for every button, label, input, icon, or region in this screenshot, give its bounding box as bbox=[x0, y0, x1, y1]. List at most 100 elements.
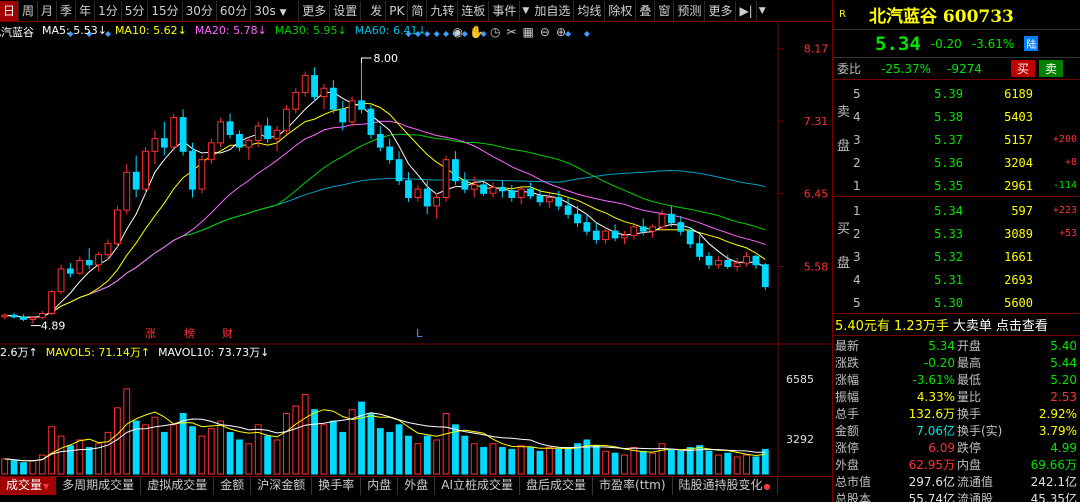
bid-level-row[interactable]: 3 5.32 1661 bbox=[833, 245, 1080, 268]
candle-body bbox=[470, 184, 478, 190]
tab-volume[interactable]: 成交量▼ bbox=[0, 477, 57, 495]
period-15min-tab[interactable]: 15分 bbox=[148, 0, 183, 21]
tab-virtual-volume[interactable]: 虚拟成交量 bbox=[141, 477, 215, 495]
settings-button[interactable]: 设置 bbox=[330, 0, 362, 21]
candle-body bbox=[254, 125, 262, 141]
volume-bar bbox=[508, 448, 516, 475]
tab-multi-period-volume[interactable]: 多周期成交量 bbox=[56, 477, 142, 495]
ask-volume: 5157 bbox=[1004, 132, 1033, 147]
volume-bar bbox=[630, 447, 638, 475]
ma-button[interactable]: 均线 bbox=[574, 0, 606, 21]
hand-icon[interactable]: ✋ bbox=[469, 25, 484, 39]
overlay-button[interactable]: 叠 bbox=[636, 0, 656, 21]
candle-body bbox=[498, 186, 506, 192]
volume-bar bbox=[667, 448, 675, 475]
tab-amount[interactable]: 金额 bbox=[214, 477, 252, 495]
stat-value: 7.06亿 bbox=[916, 424, 955, 438]
sell-button[interactable]: 卖 bbox=[1039, 60, 1064, 77]
publish-button[interactable]: 发 bbox=[367, 0, 387, 21]
period-1min-tab[interactable]: 1分 bbox=[95, 0, 122, 21]
ex-rights-button[interactable]: 除权 bbox=[605, 0, 637, 21]
pk-button[interactable]: PK bbox=[386, 0, 409, 21]
forecast-button[interactable]: 预测 bbox=[674, 0, 706, 21]
nine-turn-button[interactable]: 九转 bbox=[427, 0, 459, 21]
kline-chart-area[interactable]: 8.177.316.455.5865853292X10008.004.89涨榜财… bbox=[0, 22, 832, 502]
grid-icon[interactable]: ▦ bbox=[523, 25, 534, 39]
ask-delta: -114 bbox=[1052, 180, 1077, 191]
volume-bar bbox=[705, 450, 713, 475]
period-30min-tab[interactable]: 30分 bbox=[183, 0, 217, 21]
more-button[interactable]: 更多 bbox=[705, 0, 737, 21]
ask-level-row[interactable]: 4 5.38 5403 bbox=[833, 105, 1080, 128]
period-week-tab[interactable]: 周 bbox=[19, 0, 39, 21]
stat-value: 242.1亿 bbox=[1030, 475, 1077, 489]
bid-volume: 2693 bbox=[1004, 272, 1033, 287]
tab-inner[interactable]: 内盘 bbox=[361, 477, 399, 495]
bid-level-row[interactable]: 4 5.31 2693 bbox=[833, 268, 1080, 291]
ask-level-row[interactable]: 3 5.37 5157 +200 bbox=[833, 128, 1080, 151]
tab-ai-volume[interactable]: AI立桩成交量 bbox=[435, 477, 521, 495]
candle-body bbox=[358, 100, 365, 110]
candle-body bbox=[132, 171, 140, 190]
chevron-down-icon[interactable]: ▼ bbox=[520, 6, 531, 16]
volume-bar bbox=[198, 435, 206, 475]
candle-body bbox=[329, 87, 337, 110]
bid-book: 买盘 1 5.34 597 +223 2 5.33 3089 +53 3 5.32 1661 4 5.3… bbox=[833, 197, 1080, 314]
tab-outer[interactable]: 外盘 bbox=[398, 477, 436, 495]
period-select[interactable]: 30s ▼ bbox=[251, 0, 300, 21]
ask-level-row[interactable]: 2 5.36 3204 +8 bbox=[833, 151, 1080, 174]
period-5min-tab[interactable]: 5分 bbox=[122, 0, 149, 21]
clock-icon[interactable]: ◷ bbox=[490, 25, 500, 39]
volume-bar bbox=[85, 447, 93, 475]
tab-hs-amount[interactable]: 沪深金额 bbox=[251, 477, 313, 495]
candle-body bbox=[667, 213, 675, 224]
price-change-pct: -3.61% bbox=[971, 36, 1015, 51]
bid-level-row[interactable]: 1 5.34 597 +223 bbox=[833, 199, 1080, 222]
ask-level-row[interactable]: 1 5.35 2961 -114 bbox=[833, 174, 1080, 197]
stat-value: -3.61% bbox=[912, 373, 955, 387]
scissors-icon[interactable]: ✂ bbox=[506, 25, 516, 39]
eye-icon[interactable]: ◉ bbox=[453, 25, 463, 39]
candle-body bbox=[686, 230, 694, 245]
period-month-tab[interactable]: 月 bbox=[38, 0, 58, 21]
events-button[interactable]: 事件 bbox=[489, 0, 521, 21]
limit-up-button[interactable]: 连板 bbox=[458, 0, 490, 21]
plus-icon[interactable]: ⊕ bbox=[556, 25, 566, 39]
volume-bar bbox=[282, 412, 290, 475]
nav-end-button[interactable]: ▶| bbox=[736, 0, 757, 21]
candle-body bbox=[639, 226, 647, 232]
period-60min-tab[interactable]: 60分 bbox=[217, 0, 252, 21]
window-button[interactable]: 窗 bbox=[655, 0, 675, 21]
check-link[interactable]: 点击查看 bbox=[996, 315, 1048, 334]
ask-price: 5.37 bbox=[934, 132, 963, 147]
buy-button[interactable]: 买 bbox=[1011, 60, 1036, 77]
more-periods-button[interactable]: 更多 bbox=[299, 0, 331, 21]
stat-label: 振幅 bbox=[835, 390, 860, 404]
candle-body bbox=[649, 226, 657, 232]
big-order-row: 5.40元有 1.23万手 大卖单 点击查看 bbox=[833, 314, 1080, 336]
volume-bar bbox=[311, 409, 318, 475]
candle-body bbox=[311, 75, 318, 98]
bid-level-row[interactable]: 5 5.30 5600 bbox=[833, 291, 1080, 314]
minus-icon[interactable]: ⊖ bbox=[540, 25, 550, 39]
volume-bar bbox=[329, 420, 337, 475]
tab-turnover[interactable]: 换手率 bbox=[312, 477, 362, 495]
period-day-tab[interactable]: 日 bbox=[0, 0, 20, 21]
period-quarter-tab[interactable]: 季 bbox=[57, 0, 77, 21]
ask-level-row[interactable]: 5 5.39 6189 bbox=[833, 82, 1080, 105]
candle-body bbox=[38, 313, 46, 319]
tab-pe-ttm[interactable]: 市盈率(ttm) bbox=[593, 477, 673, 495]
candle-body bbox=[29, 317, 37, 320]
period-year-tab[interactable]: 年 bbox=[76, 0, 96, 21]
candle-body bbox=[273, 129, 281, 140]
volume-bar bbox=[1, 458, 9, 475]
add-watchlist-button[interactable]: 加自选 bbox=[531, 0, 575, 21]
order-ratio-value: -9274 bbox=[947, 61, 982, 76]
kline-chart-svg[interactable]: 8.177.316.455.5865853292X10008.004.89涨榜财… bbox=[0, 22, 832, 494]
stat-label: 最新 bbox=[835, 339, 860, 353]
chevron-down-icon[interactable]: ▼ bbox=[757, 6, 768, 16]
bid-level-row[interactable]: 2 5.33 3089 +53 bbox=[833, 222, 1080, 245]
tab-after-hours[interactable]: 盘后成交量 bbox=[520, 477, 594, 495]
tab-northbound[interactable]: 陆股通持股变化● bbox=[673, 477, 778, 495]
simple-button[interactable]: 简 bbox=[408, 0, 428, 21]
